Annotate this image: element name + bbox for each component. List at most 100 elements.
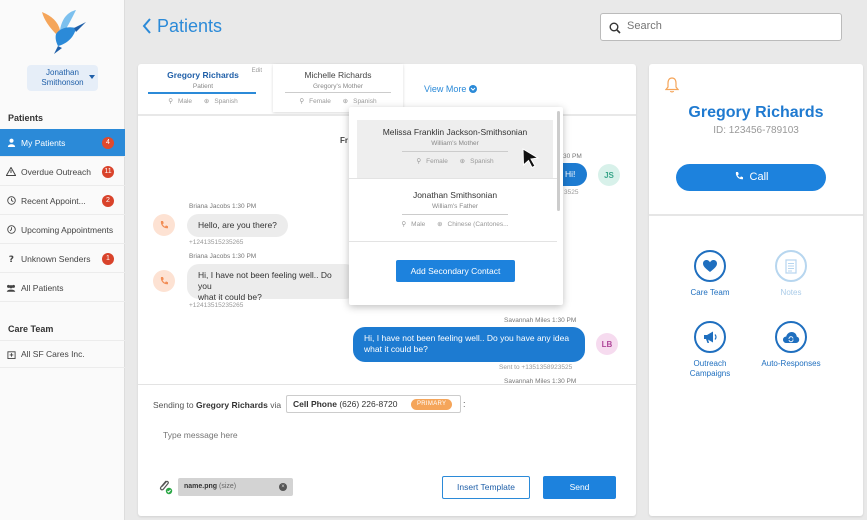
message-bubble-in: Hello, are you there? xyxy=(187,214,288,237)
outreach-campaigns-action[interactable]: Outreach Campaigns xyxy=(675,321,745,379)
panel-divider xyxy=(649,214,863,216)
page-title: Patients xyxy=(157,16,223,36)
action-label: Care Team xyxy=(690,288,730,297)
remove-attachment-icon[interactable]: × xyxy=(279,483,287,491)
contact-meta: ⚲ Male ⊕ Chinese (Cantones... xyxy=(357,220,553,228)
call-button[interactable]: Call xyxy=(676,164,826,191)
heart-icon xyxy=(694,250,726,282)
search-input[interactable] xyxy=(627,20,827,32)
notes-action[interactable]: Notes xyxy=(756,250,826,298)
nav-label: All SF Cares Inc. xyxy=(21,349,85,359)
nav-label: Recent Appoint... xyxy=(21,195,86,206)
contact-divider xyxy=(402,151,508,152)
message-bubble-in: Hi, I have not been feeling well.. Do yo… xyxy=(187,264,357,302)
call-label: Call xyxy=(749,171,769,183)
search-box[interactable] xyxy=(600,13,842,41)
dropdown-scrollbar[interactable] xyxy=(557,111,560,211)
care-team-action[interactable]: Care Team xyxy=(675,250,745,298)
clock-icon xyxy=(6,196,16,206)
nav-label: Unknown Senders xyxy=(21,253,91,264)
phone-number-select[interactable]: Cell Phone (626) 226-8720 PRIMARY xyxy=(286,395,461,413)
nav-unknown-senders[interactable]: ? Unknown Senders 1 xyxy=(0,245,125,273)
nav-label: My Patients xyxy=(21,137,66,148)
insert-template-button[interactable]: Insert Template xyxy=(442,476,530,499)
notes-icon xyxy=(775,250,807,282)
sending-prefix: Sending to xyxy=(153,400,194,410)
contact-divider xyxy=(402,214,508,215)
message-meta: Savannah Miles 1:30 PM xyxy=(504,317,577,324)
contact-relation: William's Father xyxy=(431,203,479,210)
warning-icon xyxy=(6,167,16,177)
colon-separator: : xyxy=(463,399,466,409)
contact-gender: Male xyxy=(177,98,193,105)
bell-icon[interactable] xyxy=(664,77,680,98)
attachment-chip: name.png (size) × xyxy=(178,478,293,496)
avatar: LB xyxy=(596,333,618,355)
contact-name: Jonathan Smithsonian xyxy=(412,190,498,200)
contact-relation: Patient xyxy=(192,83,214,90)
user-name: Jonathan Smithonson xyxy=(41,68,84,87)
globe-icon: ⊕ xyxy=(203,98,210,105)
phone-icon xyxy=(734,171,750,183)
message-line: Hi, I have not been feeling well.. Do yo… xyxy=(198,270,332,291)
nav-upcoming-appointments[interactable]: Upcoming Appointments xyxy=(0,216,125,244)
nav-recent-appointments[interactable]: Recent Appoint... 2 xyxy=(0,187,125,215)
sending-to-label: Sending to Gregory Richards via xyxy=(153,400,281,410)
contact-language: Spanish xyxy=(214,98,238,105)
sidebar: Jonathan Smithonson Patients My Patients… xyxy=(0,0,125,520)
count-badge: 4 xyxy=(102,137,114,149)
gender-icon: ⚲ xyxy=(168,98,173,105)
send-button[interactable]: Send xyxy=(543,476,616,499)
nav-care-team-all[interactable]: All SF Cares Inc. xyxy=(0,340,125,368)
gender-icon: ⚲ xyxy=(299,98,305,105)
care-team-heading: Care Team xyxy=(8,324,54,334)
dropdown-divider xyxy=(349,178,557,179)
message-time: 30 PM xyxy=(563,153,582,160)
nav-all-patients[interactable]: All Patients xyxy=(0,274,125,302)
auto-responses-action[interactable]: Auto-Responses xyxy=(756,321,826,369)
message-bubble-out: Hi, I have not been feeling well.. Do yo… xyxy=(353,327,585,362)
message-phone: Sent to +1351358923525 xyxy=(499,364,573,371)
message-meta: Briana Jacobs 1:30 PM xyxy=(189,203,257,210)
phone-avatar-icon xyxy=(153,214,175,236)
add-secondary-contact-button[interactable]: Add Secondary Contact xyxy=(396,260,515,282)
mouse-cursor-icon xyxy=(522,148,540,168)
hummingbird-logo-icon[interactable] xyxy=(38,8,88,56)
dropdown-contact-item[interactable]: Jonathan Smithsonian William's Father ⚲ M… xyxy=(357,183,553,241)
phone-avatar-icon xyxy=(153,270,175,292)
compose-divider xyxy=(138,384,636,385)
contact-name: Gregory Richards xyxy=(167,70,239,80)
phone-label: Cell Phone xyxy=(293,399,337,409)
count-badge: 1 xyxy=(102,253,114,265)
user-menu-button[interactable]: Jonathan Smithonson xyxy=(27,65,98,91)
cloud-sync-icon xyxy=(775,321,807,353)
message-phone: +12413515235265 xyxy=(189,302,244,309)
contact-relation: Gregory's Mother xyxy=(312,83,363,90)
person-icon xyxy=(6,138,16,148)
active-tab-indicator xyxy=(148,92,256,94)
edit-link[interactable]: Edit xyxy=(252,68,262,74)
message-line: Hi, I have not been feeling well.. Do yo… xyxy=(364,333,570,343)
message-input[interactable] xyxy=(163,430,463,440)
megaphone-icon xyxy=(694,321,726,353)
phone-number: (626) 226-8720 xyxy=(339,399,398,409)
nav-my-patients[interactable]: My Patients 4 xyxy=(0,129,125,157)
caret-down-icon xyxy=(89,75,95,79)
calendar-clock-icon xyxy=(6,225,16,235)
contact-meta: ⚲ Male ⊕ Spanish xyxy=(138,97,268,105)
question-icon: ? xyxy=(6,254,16,264)
action-label: Auto-Responses xyxy=(761,359,821,368)
back-chevron-icon[interactable] xyxy=(142,18,152,39)
contact-gender: Female xyxy=(309,98,331,105)
nav-overdue-outreach[interactable]: Overdue Outreach 11 xyxy=(0,158,125,186)
view-more-button[interactable]: View More xyxy=(424,84,478,94)
tab-contact-patient[interactable]: Edit Gregory Richards Patient ⚲ Male ⊕ Spa… xyxy=(138,64,268,112)
tab-divider xyxy=(285,92,391,93)
globe-icon: ⊕ xyxy=(342,98,349,105)
attachment-clip-icon[interactable] xyxy=(157,478,173,501)
message-phone: +12413515235265 xyxy=(189,239,244,246)
attachment-size: (size) xyxy=(219,483,237,490)
view-more-label: View More xyxy=(424,84,467,94)
tab-contact-mother[interactable]: Michelle Richards Gregory's Mother ⚲ Fema… xyxy=(273,64,403,112)
group-icon xyxy=(6,283,16,293)
